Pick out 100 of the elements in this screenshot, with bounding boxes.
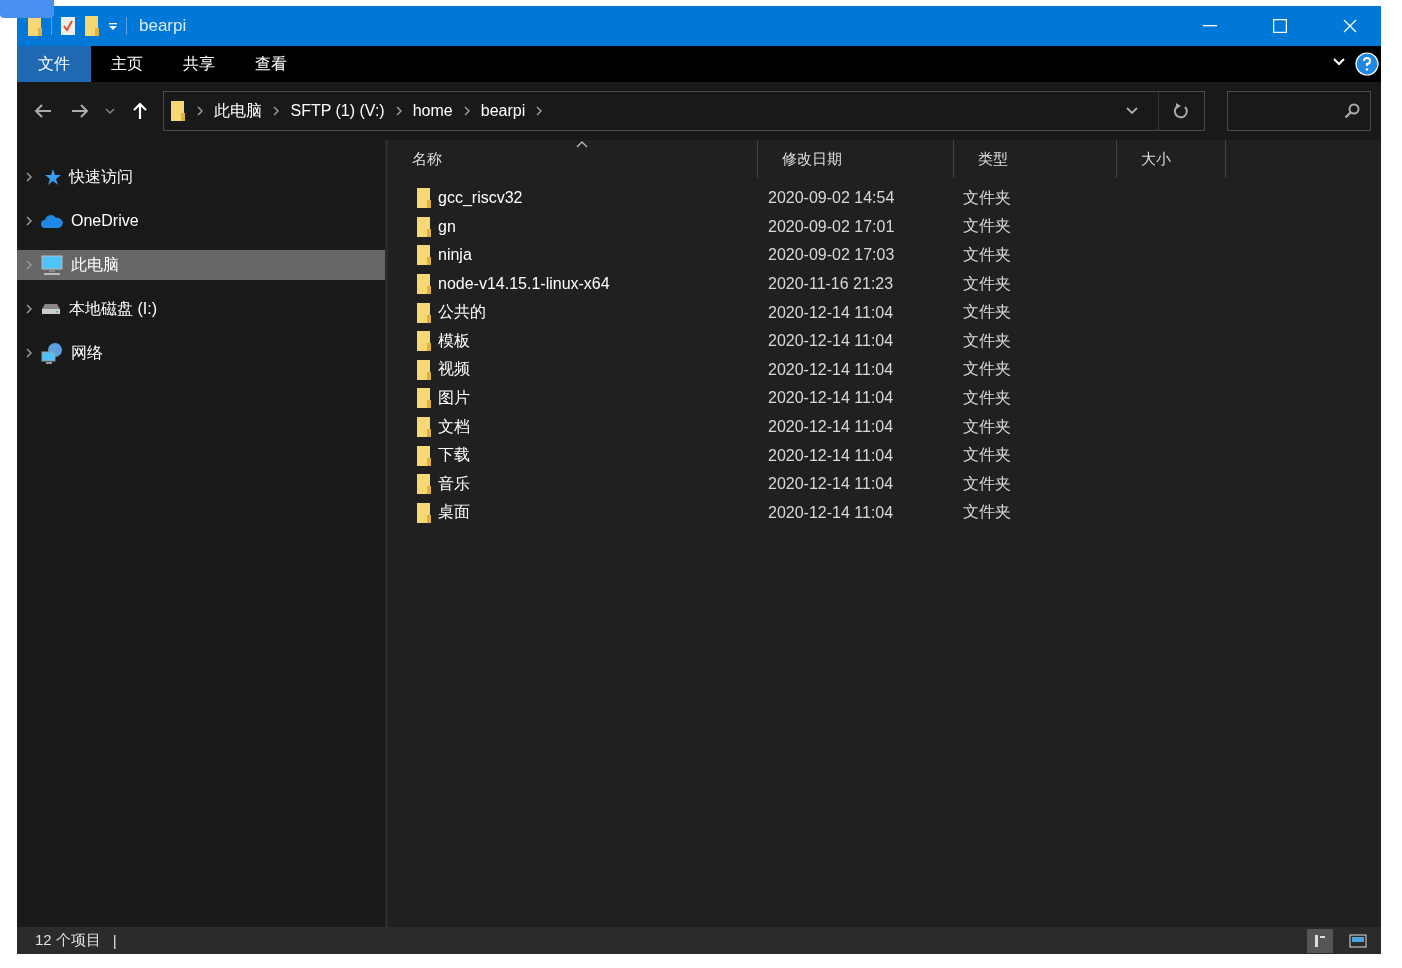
chevron-icon [394,105,403,117]
ribbon-tab[interactable]: 共享 [163,46,235,82]
search-field[interactable] [1226,91,1372,131]
file-type: 文件夹 [962,502,1012,523]
sidebar-item[interactable]: 网络 [17,338,385,368]
network-icon [41,342,63,364]
minimize-icon [1203,25,1217,27]
modified-date: 2020-09-02 17:03 [767,246,896,265]
column-header[interactable]: 名称 [388,140,758,178]
computer-icon [41,255,63,275]
close-icon [1343,19,1357,33]
breadcrumb[interactable]: 此电脑 [214,100,263,122]
folder-icon [170,100,187,122]
file-name[interactable]: gcc_riscv32 [438,189,523,208]
maximize-icon [1273,19,1287,33]
expand-icon [25,171,33,183]
address-field[interactable]: 此电脑 SFTP (1) (V:) home bearpi [163,91,1205,131]
file-name[interactable]: node-v14.15.1-linux-x64 [438,275,610,294]
properties-icon [60,16,76,36]
folder-icon [416,301,432,324]
search-icon [1344,103,1361,119]
details-view-button[interactable] [1307,928,1333,953]
chevron-icon [462,105,471,117]
modified-date: 2020-12-14 11:04 [767,503,895,522]
modified-date: 2020-12-14 11:04 [767,303,895,322]
file-name[interactable]: 文档 [438,416,470,438]
sidebar-item[interactable]: OneDrive [17,206,385,236]
file-type: 文件夹 [962,445,1012,466]
file-type: 文件夹 [962,473,1012,494]
file-type: 文件夹 [962,216,1012,237]
modified-date: 2020-09-02 14:54 [767,189,896,208]
chevron-icon [196,105,205,117]
file-type: 文件夹 [962,359,1012,380]
file-type: 文件夹 [962,273,1012,294]
tab-marker [0,0,54,18]
modified-date: 2020-12-14 11:04 [767,446,895,465]
file-name[interactable]: 公共的 [438,302,486,324]
folder-icon [416,215,432,238]
chevron-down-icon [105,107,115,115]
window-title: bearpi [139,16,188,36]
folder-icon [416,273,432,296]
ribbon-tab[interactable]: 文件 [17,46,91,82]
expand-icon [25,259,33,271]
modified-date: 2020-12-14 11:04 [767,475,895,494]
breadcrumb[interactable]: SFTP (1) (V:) [290,102,385,120]
column-header[interactable]: 修改日期 [758,140,954,178]
folder-icon [416,501,432,524]
chevron-down-icon [1332,57,1346,67]
file-name[interactable]: 下载 [438,445,470,467]
file-name[interactable]: 视频 [438,359,470,381]
column-header[interactable]: 大小 [1117,140,1226,178]
sort-caret-icon [576,141,588,148]
file-name[interactable]: 桌面 [438,502,470,524]
file-type: 文件夹 [962,387,1012,408]
chevron-down-icon [1125,107,1138,115]
file-name[interactable]: gn [438,217,456,236]
status-separator: | [112,932,117,949]
folder-icon [416,473,432,496]
folder-icon [416,187,432,210]
modified-date: 2020-11-16 21:23 [767,275,895,294]
file-type: 文件夹 [962,187,1012,208]
file-type: 文件夹 [962,245,1012,265]
sidebar-item[interactable]: 此电脑 [17,250,385,280]
drive-icon [41,303,61,315]
modified-date: 2020-09-02 17:01 [767,217,896,236]
folder-icon [416,387,432,410]
chevron-icon [535,105,544,117]
sidebar-item[interactable]: 快速访问 [17,162,385,192]
sidebar-item[interactable]: 本地磁盘 (I:) [17,294,385,324]
folder-icon [416,444,432,467]
file-name[interactable]: 音乐 [438,473,470,495]
help-icon[interactable] [1355,52,1379,76]
column-header[interactable]: 类型 [954,140,1117,178]
item-count: 12 个项目 [35,931,101,950]
cloud-icon [41,214,63,228]
expand-icon [25,215,33,227]
up-arrow-icon [131,102,148,120]
ribbon-tab[interactable]: 查看 [235,46,307,82]
modified-date: 2020-12-14 11:04 [767,418,895,437]
modified-date: 2020-12-14 11:04 [767,389,895,408]
breadcrumb[interactable]: bearpi [480,102,526,120]
refresh-icon [1173,103,1190,119]
file-name[interactable]: 模板 [438,330,470,352]
folder-icon [416,416,432,439]
file-name[interactable]: ninja [438,246,472,265]
ribbon-tab[interactable]: 主页 [91,46,163,82]
folder-icon [84,15,100,37]
expand-icon [25,303,33,315]
dropdown-icon [108,21,118,31]
folder-icon [416,330,432,353]
details-view-icon [1314,933,1326,948]
breadcrumb[interactable]: home [412,102,453,120]
folder-icon [416,358,432,381]
file-type: 文件夹 [962,416,1012,437]
chevron-icon [272,105,281,117]
folder-icon [416,244,432,267]
modified-date: 2020-12-14 11:04 [767,332,895,351]
file-name[interactable]: 图片 [438,387,470,409]
file-type: 文件夹 [962,302,1012,323]
back-arrow-icon [33,104,52,118]
